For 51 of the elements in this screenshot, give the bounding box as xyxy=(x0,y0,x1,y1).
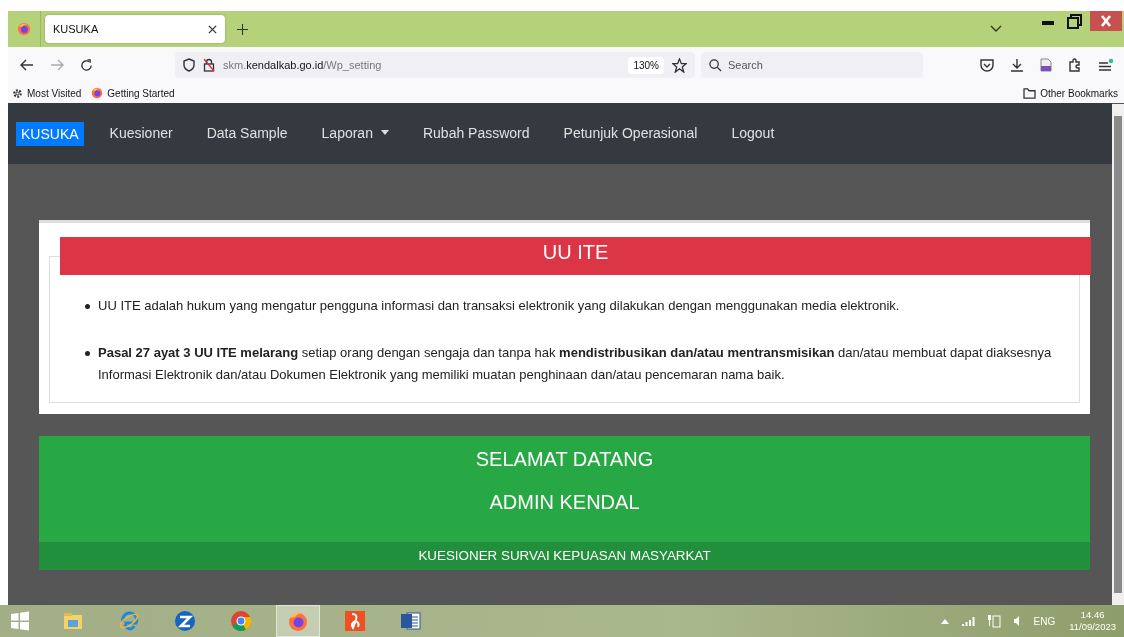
bullet-dot xyxy=(85,351,90,356)
notice-title: UU ITE xyxy=(60,237,1091,275)
nav-link[interactable]: Rubah Password xyxy=(422,124,530,141)
nav-link[interactable]: Laporan xyxy=(321,124,389,141)
bookmark-item[interactable]: Getting Started xyxy=(91,87,175,99)
gear-icon xyxy=(12,87,23,99)
shield-icon xyxy=(183,58,195,72)
nav-link[interactable]: Petunjuk Operasional xyxy=(563,124,698,141)
back-icon[interactable] xyxy=(20,59,34,71)
caret-up-icon[interactable] xyxy=(941,618,950,624)
reload-icon[interactable] xyxy=(80,58,93,72)
bookmark-folder[interactable]: Other Bookmarks xyxy=(1023,87,1118,99)
pocket-icon[interactable] xyxy=(980,58,994,72)
signal-icon[interactable] xyxy=(961,616,976,626)
plus-icon[interactable] xyxy=(237,23,248,35)
brand-link[interactable]: KUSUKA xyxy=(16,121,84,146)
nav-link[interactable]: Logout xyxy=(731,124,775,141)
caret-icon xyxy=(380,130,389,135)
banner-footer: KUESIONER SURVAI KEPUASAN MASYARKAT xyxy=(39,542,1090,570)
forward-icon xyxy=(50,59,64,71)
folder-icon xyxy=(1023,87,1037,99)
nav-link[interactable]: Data Sample xyxy=(206,124,288,141)
welcome-text: SELAMAT DATANG xyxy=(474,447,655,472)
download-icon[interactable] xyxy=(1010,58,1024,72)
bullet-dot xyxy=(85,304,90,309)
bookmark-item[interactable]: Most Visited xyxy=(12,87,82,99)
close-icon[interactable] xyxy=(208,24,217,34)
chevron-down-icon[interactable] xyxy=(990,25,1002,33)
welcome-text: ADMIN KENDAL xyxy=(488,490,641,515)
search-icon xyxy=(709,59,722,72)
speaker-icon[interactable] xyxy=(1013,615,1022,627)
nav-link[interactable]: Kuesioner xyxy=(109,124,173,141)
lock-icon xyxy=(203,58,215,72)
menu-icon[interactable] xyxy=(1098,58,1114,72)
battery-icon[interactable] xyxy=(987,614,1002,628)
pdf-icon[interactable] xyxy=(1040,58,1052,72)
address-bar[interactable]: skm.kendalkab.go.id/Wp_setting 130% xyxy=(175,52,695,78)
zoom-level-button[interactable]: 130% xyxy=(628,56,664,74)
notice-text: Pasal 27 ayat 3 UU ITE melarang setiap orang dengan sengaja dan tanpa hak mendistribusikan dan/atau mentransmisikan dan/atau membuat dapat diaksesnya Informasi Elektronik dan/atau Dokumen Elektronik yang memiliki muatan penghinaan dan/atau pencemaran nama baik. xyxy=(98,344,1053,384)
firefox-icon[interactable] xyxy=(276,605,320,637)
firefox-icon xyxy=(91,87,104,99)
url-text[interactable]: skm.kendalkab.go.id/Wp_setting xyxy=(223,59,382,71)
puzzle-icon[interactable] xyxy=(1068,58,1082,72)
browser-tab[interactable]: KUSUKA xyxy=(45,15,225,43)
windows-start-icon[interactable] xyxy=(10,611,30,631)
firefox-icon[interactable] xyxy=(17,22,31,36)
notice-text: UU ITE adalah hukum yang mengatur pengguna informasi dan transaksi elektronik yang dilakukan dengan menggunakan media elektronik. xyxy=(98,297,900,315)
search-field[interactable]: Search xyxy=(701,52,923,78)
scrollbar[interactable] xyxy=(1112,104,1124,605)
star-icon[interactable] xyxy=(672,57,687,73)
scrollbar-thumb[interactable] xyxy=(1114,116,1122,593)
